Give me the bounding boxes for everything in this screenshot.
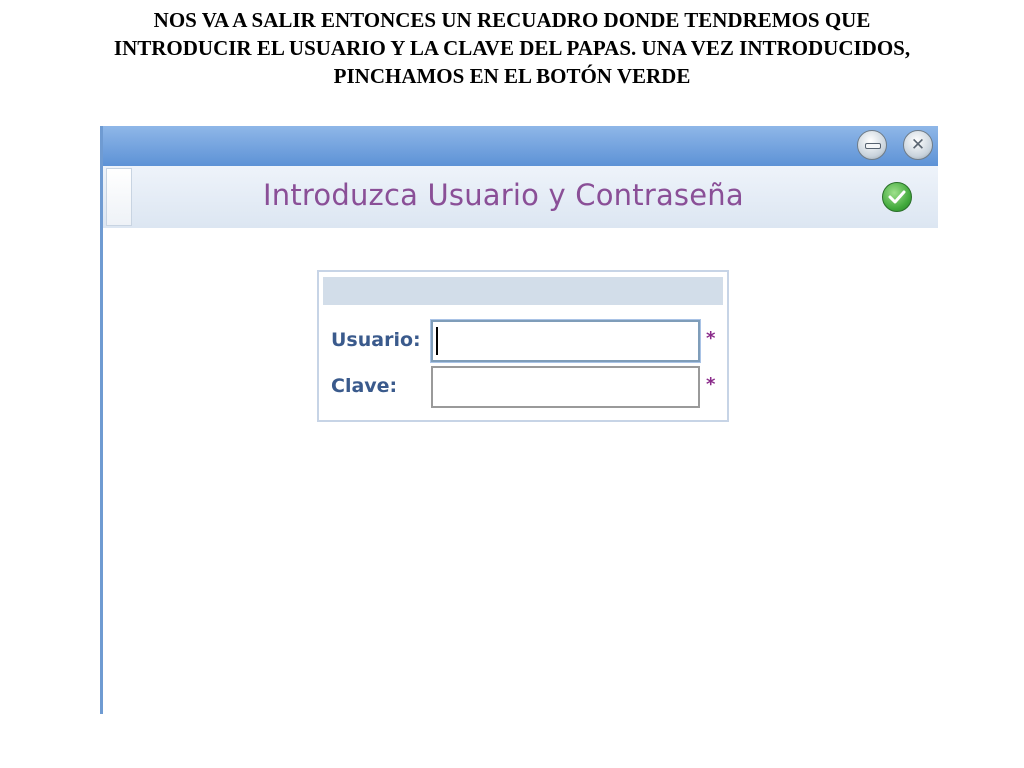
check-icon — [888, 190, 906, 204]
dialog-title: Introduzca Usuario y Contraseña — [263, 178, 744, 212]
login-form-header — [323, 277, 723, 305]
usuario-label: Usuario: — [331, 329, 421, 351]
usuario-required-mark: * — [706, 328, 716, 349]
header-tab — [106, 168, 132, 226]
minimize-icon[interactable] — [857, 130, 887, 160]
usuario-input[interactable] — [431, 320, 700, 362]
login-window: ✕ Introduzca Usuario y Contraseña Usuari… — [100, 126, 938, 714]
close-glyph: ✕ — [910, 135, 926, 155]
login-form: Usuario: * Clave: * — [317, 270, 729, 422]
accept-button[interactable] — [882, 182, 912, 212]
text-caret — [436, 327, 438, 355]
instruction-line-3: PINCHAMOS EN EL BOTÓN VERDE — [333, 64, 691, 88]
clave-label: Clave: — [331, 375, 398, 397]
clave-input[interactable] — [431, 366, 700, 408]
instruction-text: NOS VA A SALIR ENTONCES UN RECUADRO DOND… — [0, 6, 1024, 90]
instruction-line-1: NOS VA A SALIR ENTONCES UN RECUADRO DOND… — [153, 8, 871, 32]
dialog-header: Introduzca Usuario y Contraseña — [103, 166, 938, 228]
slide: NOS VA A SALIR ENTONCES UN RECUADRO DOND… — [0, 0, 1024, 768]
instruction-line-2: INTRODUCIR EL USUARIO Y LA CLAVE DEL PAP… — [113, 36, 911, 60]
close-icon[interactable]: ✕ — [903, 130, 933, 160]
clave-required-mark: * — [706, 374, 716, 395]
window-titlebar: ✕ — [100, 126, 938, 166]
